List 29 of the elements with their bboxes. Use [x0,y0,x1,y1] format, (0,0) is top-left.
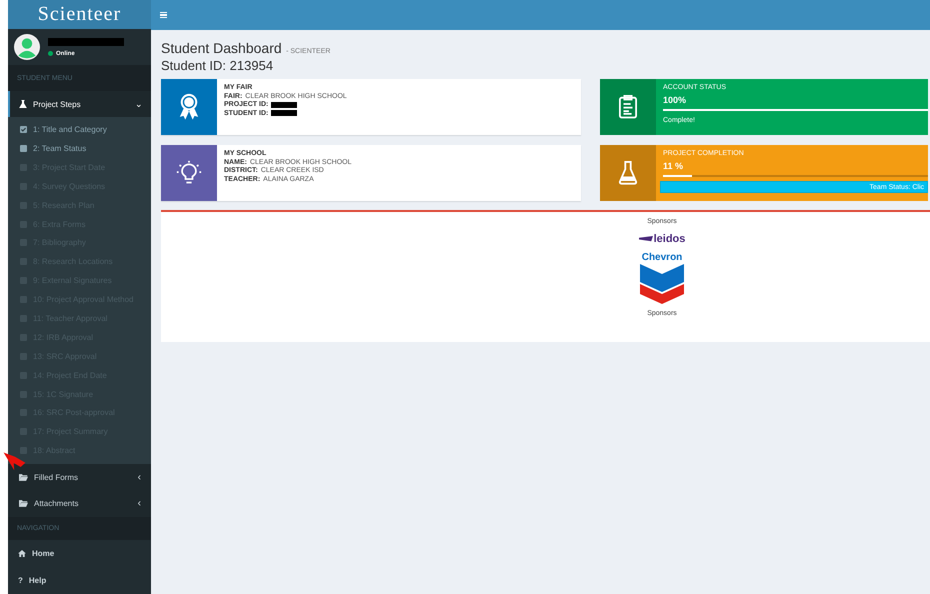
brand-logo[interactable]: Scienteer [8,0,151,29]
menu-item[interactable]: Filled Forms ‹ [8,464,151,491]
clipboard-icon [619,95,637,119]
page-title: Student Dashboard [161,40,282,56]
folder-icon [19,500,28,508]
caret-icon: ‹ [138,498,141,510]
home-icon [18,550,26,558]
flask-icon [618,161,638,185]
step-link[interactable]: 1: Title and Category [33,125,107,134]
checkbox[interactable] [20,126,27,134]
menu-item[interactable]: Attachments ‹ [8,490,151,517]
percentage: 11 % [663,161,684,171]
folder-icon [19,474,28,481]
status-dot [48,51,53,56]
caret-icon: ⌄ [135,101,143,108]
percentage: 100% [663,95,688,105]
ribbon-icon [178,93,200,121]
caret-icon: ‹ [138,472,141,483]
step-link[interactable]: 2: Team Status [33,144,86,153]
checkbox[interactable] [20,144,27,152]
sponsor-logo[interactable]: leidos [638,233,686,245]
avatar-icon [14,34,40,60]
help-icon: ? [18,576,23,585]
flask-icon [19,100,27,108]
lightbulb-icon [176,160,202,186]
student-id-label: Student ID: [161,58,226,73]
menu-group[interactable]: Project Steps ⌄ [8,91,151,118]
menu-icon[interactable] [160,12,167,18]
student-id: 213954 [230,58,274,73]
